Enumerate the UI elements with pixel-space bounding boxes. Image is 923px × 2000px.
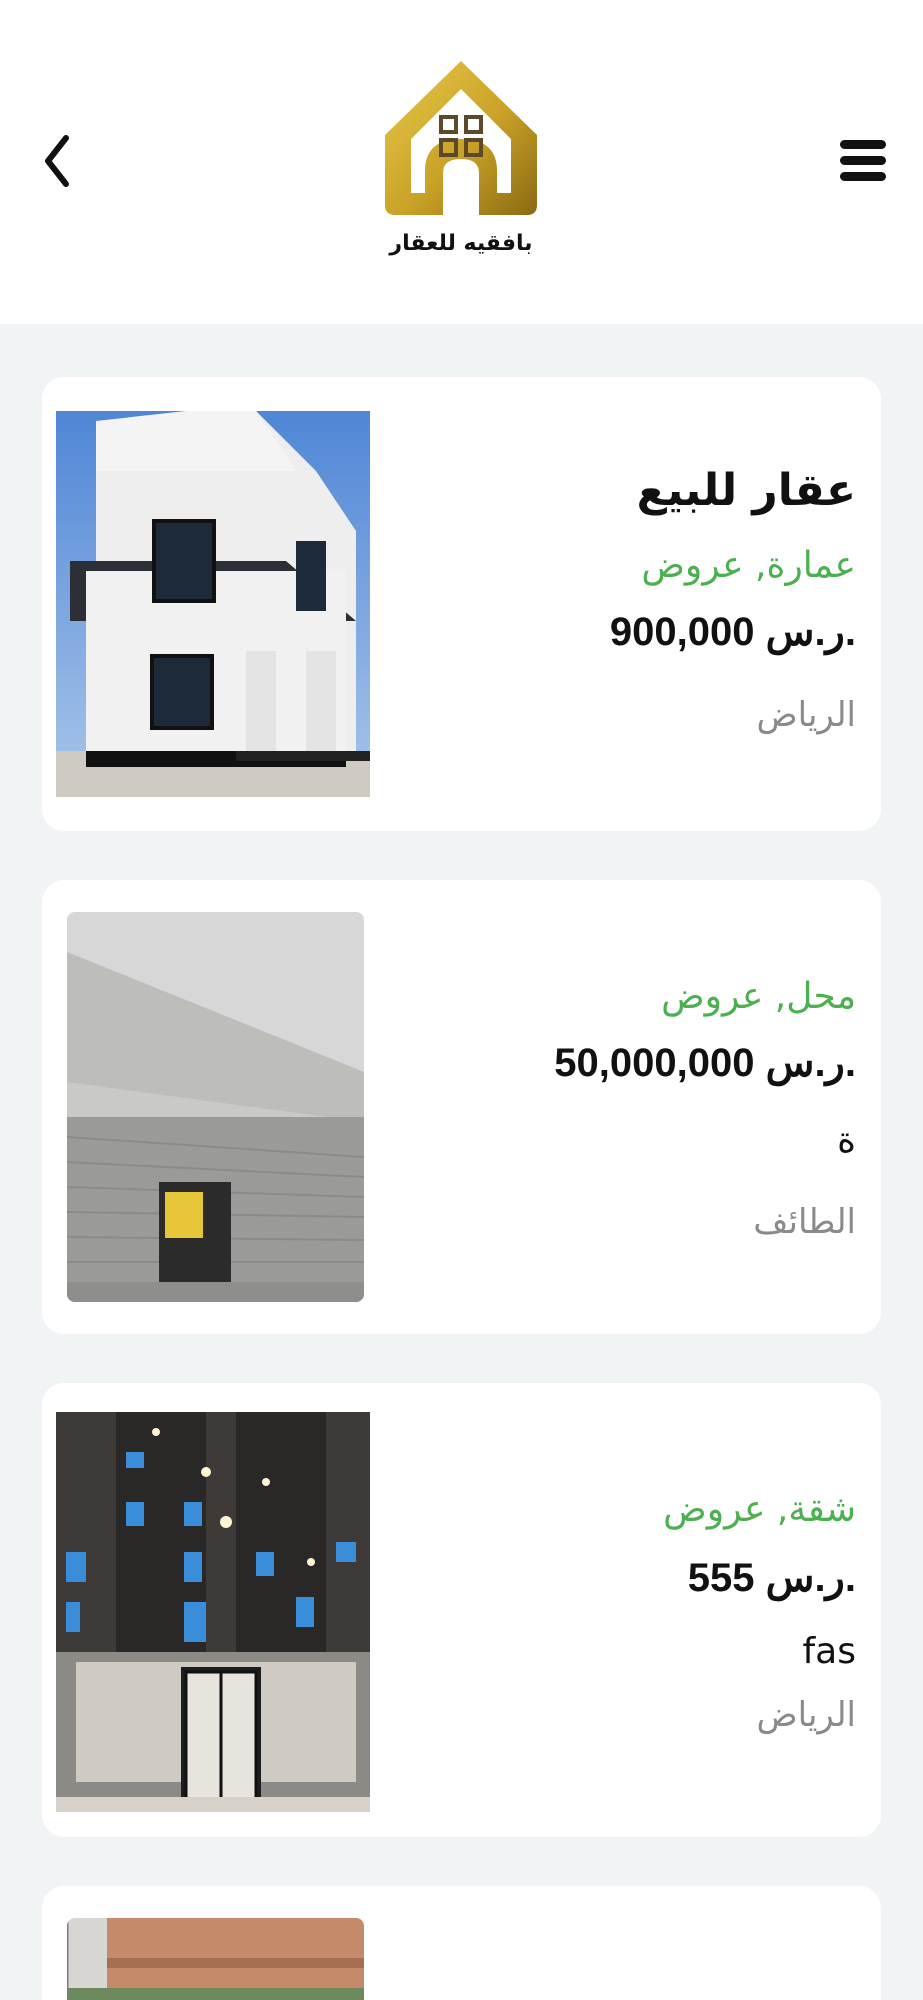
- house-logo-icon: [385, 61, 537, 215]
- listing-categories[interactable]: عمارة, عروض: [641, 545, 856, 586]
- listing-card[interactable]: عقار للبيع عمارة, عروض 900,000 ر.س. الري…: [42, 377, 881, 831]
- app-header: بافقيه للعقار: [0, 0, 923, 324]
- villa-photo-icon: [56, 411, 370, 797]
- listing-city: الرياض: [756, 1695, 857, 1735]
- listing-city: الرياض: [756, 695, 857, 735]
- building-photo-icon: [56, 1412, 370, 1812]
- listing-info: شقة, عروض 555 ر.س. fas الرياض: [376, 1383, 856, 1837]
- listing-image[interactable]: [56, 411, 370, 797]
- listing-description: fas: [802, 1631, 857, 1672]
- logo-text: بافقيه للعقار: [389, 231, 533, 256]
- listing-price: 50,000,000 ر.س.: [554, 1041, 856, 1085]
- listing-title: عقار للبيع: [636, 465, 856, 516]
- listing-categories[interactable]: شقة, عروض: [663, 1489, 856, 1530]
- listing-price: 555 ر.س.: [687, 1556, 856, 1600]
- listing-card[interactable]: [42, 1886, 881, 2000]
- listing-city: الطائف: [753, 1202, 856, 1242]
- back-button[interactable]: [38, 130, 82, 192]
- brand-logo[interactable]: بافقيه للعقار: [375, 55, 547, 269]
- listing-card[interactable]: محل, عروض 50,000,000 ر.س. ة الطائف: [42, 880, 881, 1334]
- listing-image[interactable]: [67, 1918, 364, 2000]
- shop-photo-icon: [67, 912, 364, 1302]
- chevron-left-icon: [45, 135, 69, 187]
- property-photo-icon: [67, 1918, 364, 2000]
- listing-info: محل, عروض 50,000,000 ر.س. ة الطائف: [376, 880, 856, 1334]
- listing-card[interactable]: شقة, عروض 555 ر.س. fas الرياض: [42, 1383, 881, 1837]
- listing-image[interactable]: [56, 1412, 370, 1812]
- listing-price: 900,000 ر.س.: [609, 610, 856, 654]
- listing-info: عقار للبيع عمارة, عروض 900,000 ر.س. الري…: [376, 377, 856, 831]
- listing-image[interactable]: [67, 912, 364, 1302]
- listing-description: ة: [837, 1120, 856, 1161]
- listing-categories[interactable]: محل, عروض: [661, 976, 856, 1017]
- menu-button[interactable]: [838, 136, 888, 186]
- hamburger-menu-icon: [840, 140, 886, 149]
